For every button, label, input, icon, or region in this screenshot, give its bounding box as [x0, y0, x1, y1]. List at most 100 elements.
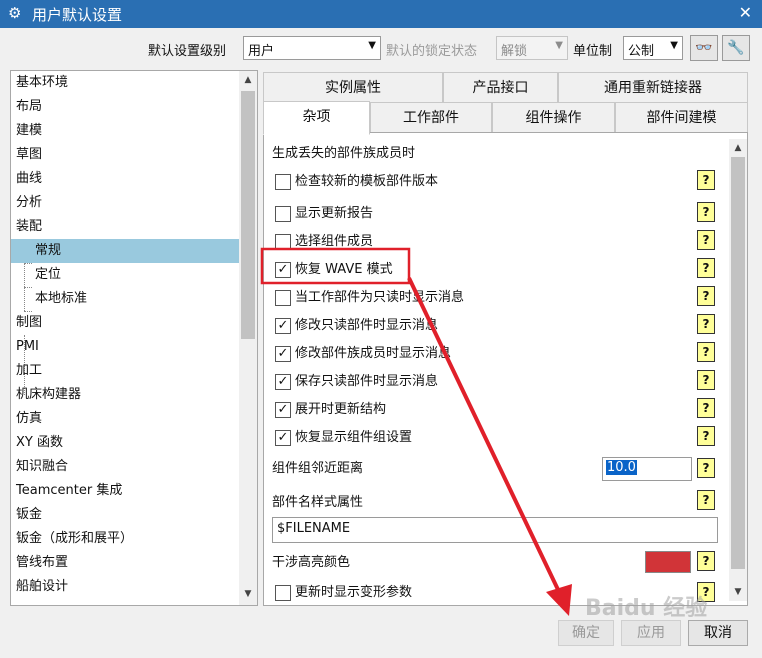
chevron-down-icon: ▼: [555, 40, 563, 51]
help-icon[interactable]: ?: [697, 342, 715, 362]
help-icon[interactable]: ?: [697, 314, 715, 334]
chevron-down-icon: ▼: [670, 40, 678, 51]
binoculars-button[interactable]: 👓: [690, 35, 718, 61]
checkbox-update-show-deform-params[interactable]: [275, 585, 291, 601]
tree-item-basic[interactable]: 基本环境: [11, 71, 239, 95]
title-bar: ⚙ 用户默认设置 ✕: [0, 0, 762, 28]
tree-item-pmi[interactable]: PMI: [11, 335, 239, 359]
tree-item-local-standard[interactable]: 本地标准: [11, 287, 239, 311]
chevron-down-icon: ▼: [368, 40, 376, 51]
tree-item-simulation[interactable]: 仿真: [11, 407, 239, 431]
help-icon[interactable]: ?: [697, 426, 715, 446]
tree-item-analysis[interactable]: 分析: [11, 191, 239, 215]
checkbox-modify-family-member-message[interactable]: ✓: [275, 346, 291, 362]
close-icon[interactable]: ✕: [739, 3, 752, 22]
apply-button[interactable]: 应用: [621, 620, 681, 646]
unit-dropdown[interactable]: 公制 ▼: [623, 36, 683, 60]
color-label: 干涉高亮颜色: [272, 555, 351, 570]
ok-button[interactable]: 确定: [558, 620, 614, 646]
help-icon[interactable]: ?: [697, 258, 715, 278]
option-label: 检查较新的模板部件版本: [295, 174, 439, 189]
option-label: 选择组件成员: [295, 234, 374, 249]
help-icon[interactable]: ?: [697, 551, 715, 571]
scroll-up-icon[interactable]: ▲: [729, 139, 747, 157]
level-dropdown[interactable]: 用户 ▼: [243, 36, 381, 60]
tree-item-modeling[interactable]: 建模: [11, 119, 239, 143]
help-icon[interactable]: ?: [697, 286, 715, 306]
checkbox-restore-wave-mode[interactable]: ✓: [275, 262, 291, 278]
name-attr-input[interactable]: $FILENAME: [272, 517, 718, 543]
option-label: 修改只读部件时显示消息: [295, 318, 439, 333]
category-tree: 基本环境 布局 建模 草图 曲线 分析 装配 常规 定位 本地标准 制图 PMI…: [10, 70, 258, 606]
scroll-down-icon[interactable]: ▼: [239, 585, 257, 603]
help-icon[interactable]: ?: [697, 398, 715, 418]
settings-panel: 生成丢失的部件族成员时 检查较新的模板部件版本 ? 显示更新报告 ? 选择组件成…: [263, 132, 748, 606]
option-label: 当工作部件为只读时显示消息: [295, 290, 465, 305]
tree-item-drafting[interactable]: 制图: [11, 311, 239, 335]
scroll-up-icon[interactable]: ▲: [239, 71, 257, 89]
unit-label: 单位制: [573, 44, 613, 59]
option-label: 恢复显示组件组设置: [295, 430, 413, 445]
checkbox-check-template-version[interactable]: [275, 174, 291, 190]
help-icon[interactable]: ?: [697, 490, 715, 510]
level-label: 默认设置级别: [148, 44, 227, 59]
help-icon[interactable]: ?: [697, 230, 715, 250]
tree-item-curve[interactable]: 曲线: [11, 167, 239, 191]
scroll-thumb[interactable]: [241, 91, 255, 339]
option-label: 展开时更新结构: [295, 402, 387, 417]
name-attr-label: 部件名样式属性: [272, 495, 364, 510]
tree-item-knowledge-fusion[interactable]: 知识融合: [11, 455, 239, 479]
tab-instance-attributes[interactable]: 实例属性: [263, 72, 443, 103]
help-icon[interactable]: ?: [697, 458, 715, 478]
cancel-button[interactable]: 取消: [688, 620, 748, 646]
option-label: 显示更新报告: [295, 206, 374, 221]
scroll-down-icon[interactable]: ▼: [729, 583, 747, 601]
checkbox-update-structure-on-expand[interactable]: ✓: [275, 402, 291, 418]
tab-interpart-modeling[interactable]: 部件间建模: [615, 102, 748, 133]
scroll-thumb[interactable]: [731, 157, 745, 569]
tab-general-relinker[interactable]: 通用重新链接器: [558, 72, 748, 103]
level-value: 用户: [248, 44, 275, 59]
tree-item-position[interactable]: 定位: [11, 263, 239, 287]
tree-item-general[interactable]: 常规: [11, 239, 239, 263]
checkbox-restore-component-group-display[interactable]: ✓: [275, 430, 291, 446]
tree-item-routing[interactable]: 管线布置: [11, 551, 239, 575]
help-icon[interactable]: ?: [697, 170, 715, 190]
option-label: 恢复 WAVE 模式: [295, 262, 393, 277]
distance-input[interactable]: 10.0: [602, 457, 692, 481]
tree-item-sheet-metal-forming[interactable]: 钣金（成形和展平）: [11, 527, 239, 551]
color-swatch[interactable]: [645, 551, 691, 573]
checkbox-save-readonly-message[interactable]: ✓: [275, 374, 291, 390]
tree-item-layout[interactable]: 布局: [11, 95, 239, 119]
tree-item-machine-builder[interactable]: 机床构建器: [11, 383, 239, 407]
panel-scrollbar[interactable]: ▲ ▼: [729, 139, 747, 601]
tree-item-sketch[interactable]: 草图: [11, 143, 239, 167]
tool-icon: 🔧: [727, 40, 745, 56]
lock-value: 解锁: [501, 44, 528, 59]
binoculars-icon: 👓: [695, 40, 713, 56]
checkbox-readonly-work-part-message[interactable]: [275, 290, 291, 306]
tree-item-teamcenter[interactable]: Teamcenter 集成: [11, 479, 239, 503]
tree-item-machining[interactable]: 加工: [11, 359, 239, 383]
help-icon[interactable]: ?: [697, 370, 715, 390]
tab-product-interface[interactable]: 产品接口: [443, 72, 558, 103]
window-title: 用户默认设置: [32, 6, 123, 24]
tree-scrollbar[interactable]: ▲ ▼: [239, 71, 257, 605]
tree-item-sheet-metal[interactable]: 钣金: [11, 503, 239, 527]
checkbox-show-update-report[interactable]: [275, 206, 291, 222]
tab-misc[interactable]: 杂项: [263, 101, 370, 135]
help-icon[interactable]: ?: [697, 202, 715, 222]
tool-button[interactable]: 🔧: [722, 35, 750, 61]
section-title: 生成丢失的部件族成员时: [272, 146, 416, 161]
checkbox-select-component-members[interactable]: [275, 234, 291, 250]
checkbox-modify-readonly-message[interactable]: ✓: [275, 318, 291, 334]
tab-work-part[interactable]: 工作部件: [370, 102, 492, 133]
tree-item-assembly[interactable]: 装配: [11, 215, 239, 239]
tree-item-xy-function[interactable]: XY 函数: [11, 431, 239, 455]
tree-item-ship-design[interactable]: 船舶设计: [11, 575, 239, 599]
unit-value: 公制: [628, 44, 655, 59]
option-label: 更新时显示变形参数: [295, 585, 413, 600]
option-label: 保存只读部件时显示消息: [295, 374, 439, 389]
tab-component-operations[interactable]: 组件操作: [492, 102, 615, 133]
name-attr-value: $FILENAME: [277, 521, 351, 536]
